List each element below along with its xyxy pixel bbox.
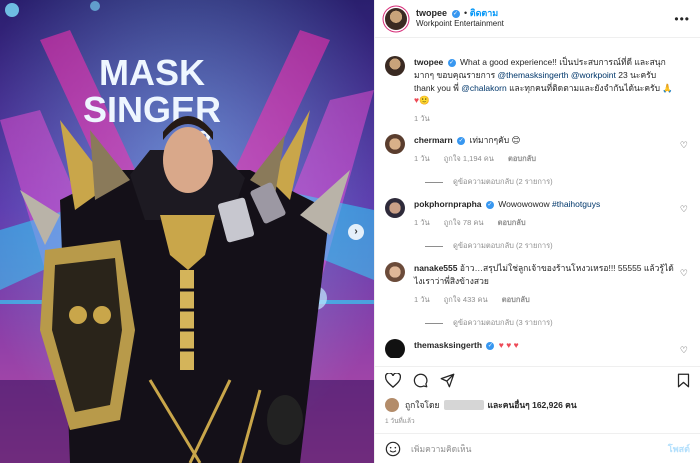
caption-text: และทุกคนที่ติดตามและยังจำกันได้นะครับ: [509, 82, 661, 93]
heart-icon[interactable]: ♡: [680, 140, 688, 151]
verified-icon: ✓: [486, 341, 495, 350]
comment-item: themasksingerth ✓ ♥ ♥ ♥ ♡: [385, 339, 690, 358]
reply-button[interactable]: ตอบกลับ: [498, 218, 526, 227]
likes-count[interactable]: และคนอื่นๆ 162,926 คน: [488, 398, 577, 412]
comment-text: Wowowowow: [498, 199, 550, 210]
header-separator: •: [464, 8, 468, 19]
caption-time[interactable]: 1 วัน: [414, 114, 430, 123]
view-replies-label: ดูข้อความตอบกลับ (2 รายการ): [453, 177, 553, 187]
likes-prefix: ถูกใจโดย: [405, 400, 440, 410]
view-replies-button[interactable]: ดูข้อความตอบกลับ (3 รายการ): [425, 317, 690, 329]
show-logo-mask: MASK: [99, 52, 205, 93]
comment-likes[interactable]: ถูกใจ 1,194 คน: [444, 154, 494, 163]
follow-button[interactable]: ติดตาม: [470, 8, 499, 18]
caption-username[interactable]: twopee: [414, 57, 443, 67]
emoji-icon: ♥ ♥ ♥: [498, 340, 519, 350]
mention-link[interactable]: @workpoint: [571, 70, 616, 80]
author-username[interactable]: twopee: [416, 8, 447, 18]
mention-link[interactable]: @themasksingerth: [498, 70, 569, 80]
post-details-panel: twopee ✓ • ติดตาม Workpoint Entertainmen…: [374, 0, 700, 463]
add-comment-bar: โพสต์: [375, 433, 700, 463]
caption: twopee ✓ What a good experience!! เป็นปร…: [385, 56, 690, 124]
comment-username[interactable]: themasksingerth: [414, 340, 482, 350]
post-time[interactable]: 1 วันที่แล้ว: [385, 416, 415, 426]
emoji-icon: 🙏: [662, 82, 673, 93]
share-icon[interactable]: [440, 373, 455, 388]
reply-button[interactable]: ตอบกลับ: [502, 295, 530, 304]
save-icon[interactable]: [677, 373, 690, 388]
post-button[interactable]: โพสต์: [668, 442, 690, 456]
comment-item: nanake555 อ้าว…สรุปไม่ใช่ลูกเจ้าของร้านโ…: [385, 262, 690, 305]
comments-list[interactable]: twopee ✓ What a good experience!! เป็นปร…: [375, 46, 700, 358]
comment-item: chermarn ✓ เท่มากๆคับ 😊 1 วัน ถูกใจ 1,19…: [385, 134, 690, 164]
hashtag-link[interactable]: #thaihotguys: [552, 199, 600, 209]
comment-time[interactable]: 1 วัน: [414, 295, 430, 304]
avatar[interactable]: [385, 198, 405, 219]
likes-summary[interactable]: ถูกใจโดย และคนอื่นๆ 162,926 คน: [385, 398, 690, 412]
post-actions: [375, 366, 700, 394]
comment-likes[interactable]: ถูกใจ 78 คน: [444, 218, 484, 227]
comment-input[interactable]: [411, 443, 668, 454]
comment-likes[interactable]: ถูกใจ 433 คน: [444, 295, 488, 304]
heart-icon[interactable]: ♡: [680, 204, 688, 215]
blurred-username: [443, 400, 484, 410]
mention-link[interactable]: @chalakorn: [461, 83, 506, 93]
avatar[interactable]: [385, 134, 405, 155]
comment-username[interactable]: chermarn: [414, 135, 453, 145]
heart-icon[interactable]: ♡: [680, 345, 688, 356]
avatar[interactable]: [385, 7, 407, 30]
comment-icon[interactable]: [413, 373, 428, 388]
view-replies-label: ดูข้อความตอบกลับ (3 รายการ): [453, 318, 553, 327]
avatar[interactable]: [385, 339, 405, 358]
comment-time[interactable]: 1 วัน: [414, 154, 430, 163]
comment-text: เท่มากๆคับ: [469, 135, 510, 146]
emoji-icon: 🙂: [419, 95, 430, 106]
view-replies-label: ดูข้อความตอบกลับ (2 รายการ): [453, 241, 553, 251]
more-icon[interactable]: •••: [674, 12, 690, 26]
avatar[interactable]: [385, 56, 405, 76]
photo-scene: MASK SINGER 12: [0, 0, 374, 463]
emoji-icon: 😊: [511, 135, 521, 146]
view-replies-button[interactable]: ดูข้อความตอบกลับ (2 รายการ): [425, 240, 690, 252]
verified-icon: ✓: [451, 9, 460, 18]
verified-icon: ✓: [447, 58, 456, 67]
heart-icon[interactable]: [385, 373, 401, 388]
comment-item: pokphornprapha ✓ Wowowowow #thaihotguys …: [385, 198, 690, 228]
comment-username[interactable]: pokphornprapha: [414, 199, 482, 209]
verified-icon: ✓: [457, 137, 466, 145]
avatar: [385, 398, 399, 412]
post-location[interactable]: Workpoint Entertainment: [416, 19, 504, 30]
verified-icon: ✓: [485, 201, 494, 209]
heart-icon[interactable]: ♡: [680, 268, 688, 279]
comment-time[interactable]: 1 วัน: [414, 218, 430, 227]
post-header: twopee ✓ • ติดตาม Workpoint Entertainmen…: [375, 0, 700, 38]
comment-username[interactable]: nanake555: [414, 263, 457, 273]
avatar[interactable]: [385, 262, 405, 283]
post-photo[interactable]: MASK SINGER 12: [0, 0, 374, 463]
emoji-icon[interactable]: [385, 441, 401, 457]
reply-button[interactable]: ตอบกลับ: [508, 154, 536, 163]
view-replies-button[interactable]: ดูข้อความตอบกลับ (2 รายการ): [425, 176, 690, 188]
next-photo-icon[interactable]: ›: [348, 224, 364, 240]
post-header-text: twopee ✓ • ติดตาม Workpoint Entertainmen…: [416, 7, 504, 30]
